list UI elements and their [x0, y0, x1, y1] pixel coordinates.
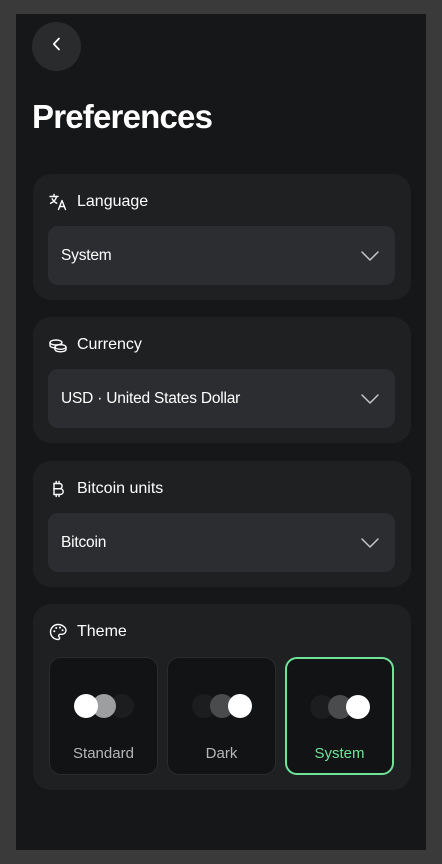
currency-header: Currency [48, 335, 142, 355]
chevron-down-icon [359, 245, 381, 267]
language-header: Language [48, 192, 148, 212]
theme-option-label: Dark [205, 745, 238, 762]
theme-label: Theme [77, 623, 127, 640]
theme-option-label: System [314, 745, 365, 762]
back-button[interactable] [32, 22, 81, 71]
bitcoin-units-value: Bitcoin [61, 533, 107, 551]
theme-option-label: Standard [73, 745, 134, 762]
theme-swatch-dark-icon [168, 692, 275, 720]
bitcoin-units-card: Bitcoin units Bitcoin [33, 461, 411, 587]
bitcoin-units-label: Bitcoin units [77, 480, 164, 497]
currency-select[interactable]: USD · United States Dollar [48, 369, 395, 428]
language-select[interactable]: System [48, 226, 395, 285]
language-card: Language System [33, 174, 411, 300]
coins-icon [48, 335, 68, 355]
currency-value: USD · United States Dollar [61, 389, 241, 407]
language-value: System [61, 246, 112, 264]
chevron-left-icon [49, 36, 65, 57]
translate-icon [48, 192, 68, 212]
page-title: Preferences [32, 98, 213, 135]
bitcoin-units-header: Bitcoin units [48, 479, 163, 499]
chevron-down-icon [359, 388, 381, 410]
theme-card: Theme Standard Dark System [33, 604, 411, 790]
theme-options: Standard Dark System [49, 657, 394, 775]
theme-swatch-system-icon [287, 693, 392, 721]
language-label: Language [77, 193, 149, 210]
palette-icon [48, 622, 68, 642]
currency-label: Currency [77, 336, 142, 353]
theme-option-standard[interactable]: Standard [49, 657, 158, 775]
theme-option-system[interactable]: System [285, 657, 394, 775]
bitcoin-units-select[interactable]: Bitcoin [48, 513, 395, 572]
chevron-down-icon [359, 532, 381, 554]
currency-card: Currency USD · United States Dollar [33, 317, 411, 443]
app-screen: Preferences Language System Currency USD… [16, 14, 426, 850]
bitcoin-icon [48, 479, 68, 499]
theme-option-dark[interactable]: Dark [167, 657, 276, 775]
theme-header: Theme [48, 622, 127, 642]
theme-swatch-standard-icon [50, 692, 157, 720]
